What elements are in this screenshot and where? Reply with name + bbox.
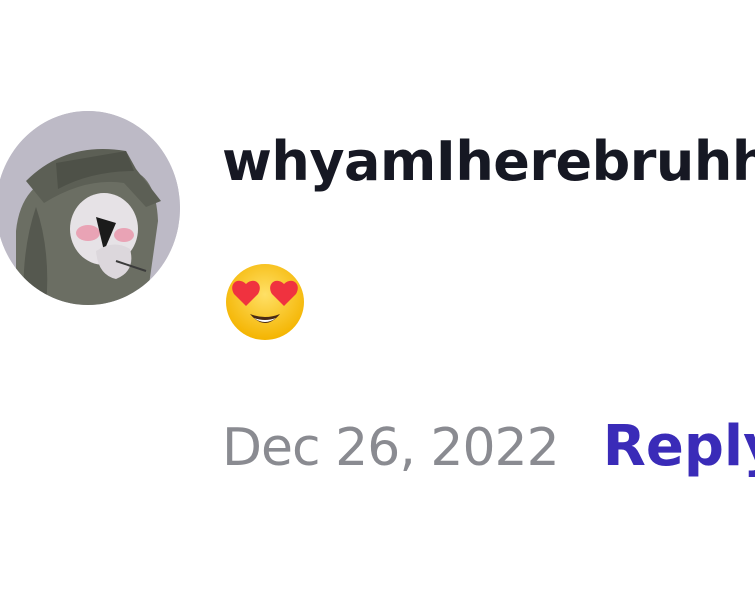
reply-button[interactable]: Reply (603, 414, 755, 479)
comment-item: whyamIherebruhh Dec 26, 2022 Reply (0, 0, 755, 606)
comment-date: Dec 26, 2022 (222, 418, 560, 478)
comment-meta: Dec 26, 2022 Reply (222, 414, 755, 479)
comment-username[interactable]: whyamIherebruhh (222, 128, 755, 196)
avatar-image (0, 111, 180, 305)
avatar[interactable] (0, 111, 180, 305)
heart-eyes-emoji-icon (224, 262, 306, 342)
